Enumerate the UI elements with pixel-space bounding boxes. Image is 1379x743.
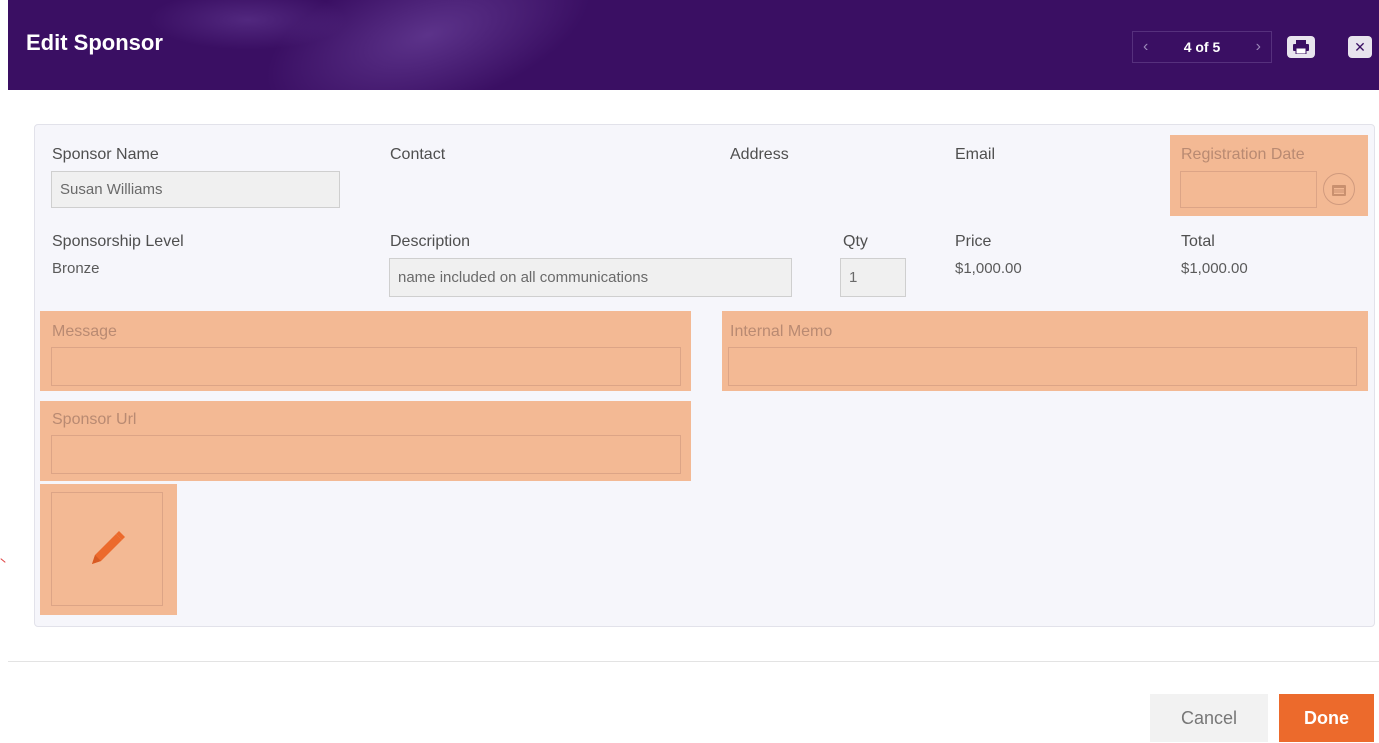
edge-marker [0, 558, 6, 563]
internal-memo-input[interactable] [728, 347, 1357, 386]
done-button[interactable]: Done [1279, 694, 1374, 742]
description-label: Description [390, 233, 471, 250]
print-icon [1293, 40, 1309, 54]
print-button[interactable] [1287, 36, 1315, 58]
calendar-icon[interactable] [1323, 173, 1355, 205]
registration-date-input[interactable] [1180, 171, 1317, 208]
header-decoration-2 [148, 0, 348, 50]
sponsor-url-label: Sponsor Url [52, 411, 137, 428]
registration-date-label: Registration Date [1181, 146, 1305, 163]
sponsor-name-label: Sponsor Name [52, 146, 159, 163]
sponsor-name-field: Susan Williams [51, 171, 340, 208]
sponsor-url-input[interactable] [51, 435, 681, 474]
close-icon: ✕ [1354, 38, 1366, 55]
sponsorship-level-value: Bronze [52, 260, 100, 277]
total-label: Total [1181, 233, 1215, 250]
price-value: $1,000.00 [955, 260, 1022, 277]
total-value: $1,000.00 [1181, 260, 1248, 277]
chevron-left-icon[interactable]: ‹ [1143, 38, 1148, 56]
qty-field: 1 [840, 258, 906, 297]
chevron-right-icon[interactable]: › [1256, 38, 1261, 56]
dialog-title: Edit Sponsor [26, 30, 163, 55]
address-label: Address [730, 146, 789, 163]
description-field: name included on all communications [389, 258, 792, 297]
record-pager: ‹ 4 of 5 › [1132, 31, 1272, 63]
pencil-icon [92, 531, 125, 564]
cancel-button[interactable]: Cancel [1150, 694, 1268, 742]
internal-memo-label: Internal Memo [730, 323, 833, 340]
message-input[interactable] [51, 347, 681, 386]
qty-label: Qty [843, 233, 868, 250]
contact-label: Contact [390, 146, 446, 163]
email-label: Email [955, 146, 996, 163]
sponsorship-level-label: Sponsorship Level [52, 233, 184, 250]
footer-divider [8, 661, 1379, 662]
pager-label: 4 of 5 [1183, 39, 1221, 55]
message-label: Message [52, 323, 117, 340]
dialog-header: Edit Sponsor ‹ 4 of 5 › ✕ [8, 0, 1379, 90]
price-label: Price [955, 233, 992, 250]
edit-logo-button[interactable] [51, 492, 163, 606]
close-button[interactable]: ✕ [1348, 36, 1372, 58]
